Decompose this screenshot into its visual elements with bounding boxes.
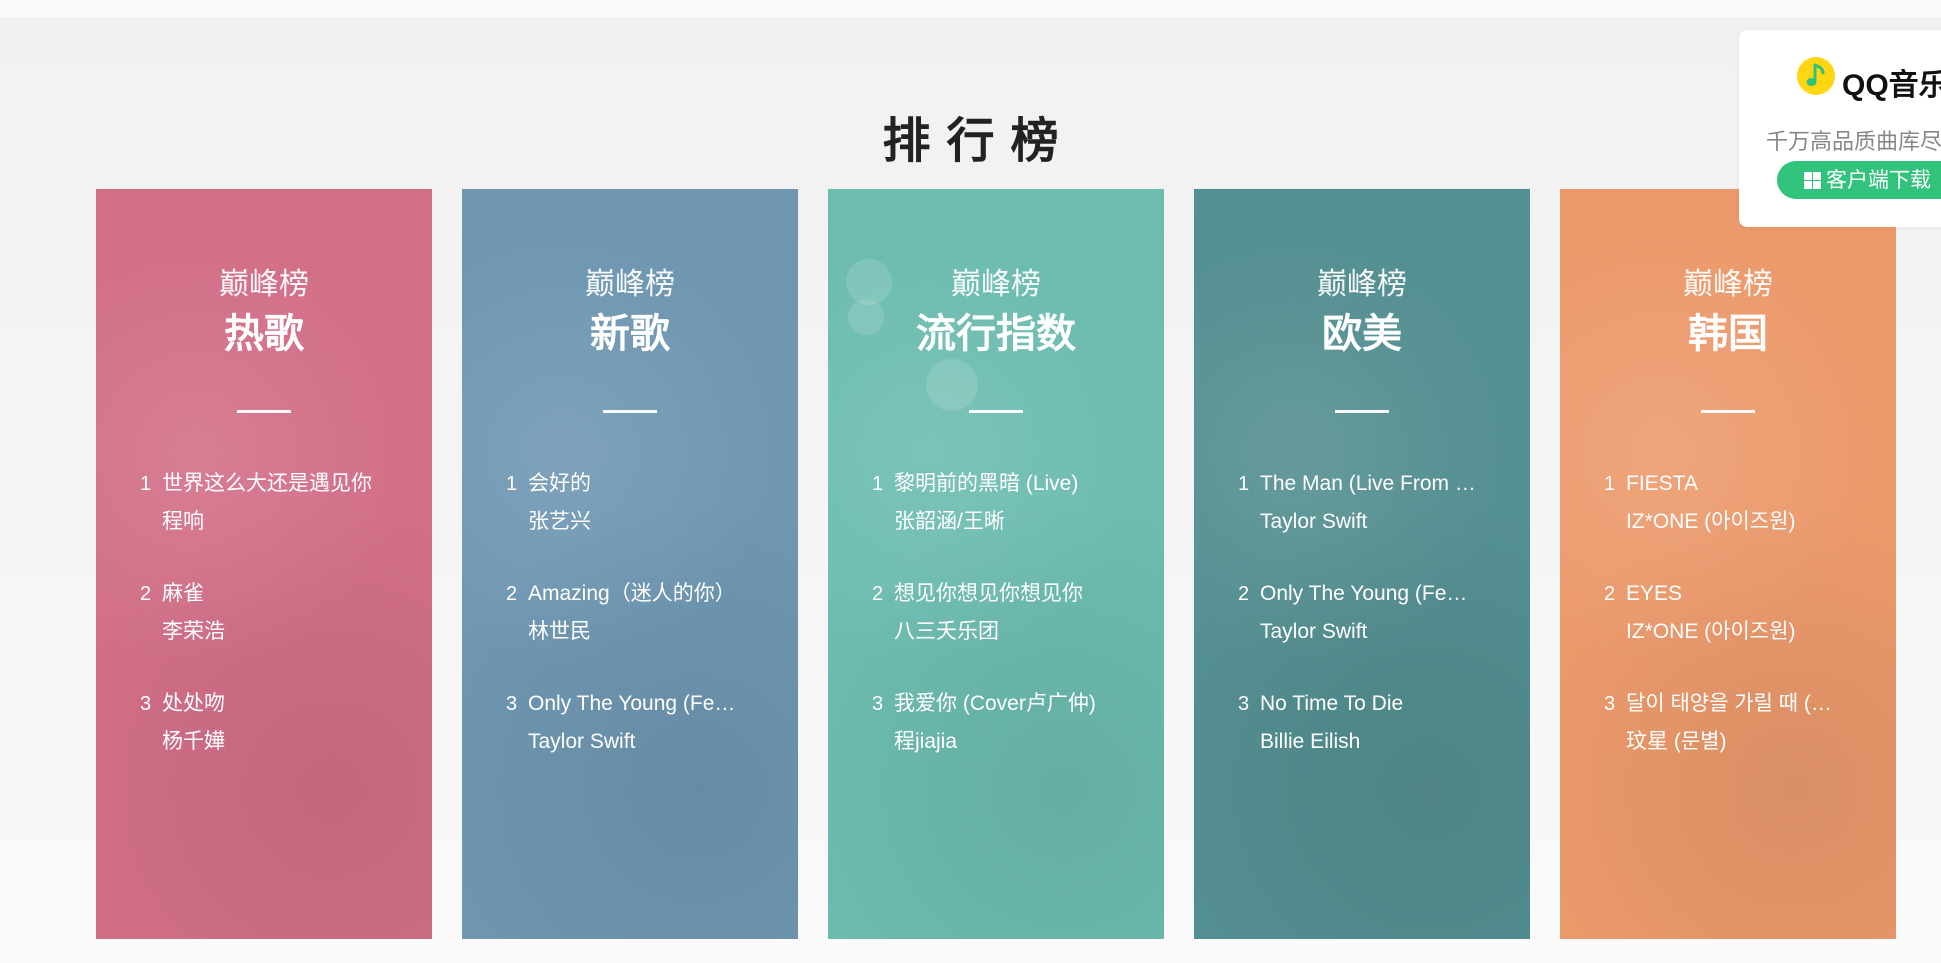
song-item: 1 黎明前的黑暗 (Live) 张韶涵/王晰 bbox=[872, 469, 1142, 579]
song-name[interactable]: Only The Young (Fe… bbox=[1260, 579, 1508, 609]
song-item: 2 Only The Young (Fe… Taylor Swift bbox=[1238, 579, 1508, 689]
song-artist[interactable]: 李荣浩 bbox=[162, 617, 410, 647]
song-rank: 3 bbox=[506, 693, 518, 715]
song-name[interactable]: The Man (Live From … bbox=[1260, 469, 1508, 499]
song-name[interactable]: 黎明前的黑暗 (Live) bbox=[894, 469, 1142, 499]
song-artist[interactable]: 张韶涵/王晰 bbox=[894, 507, 1142, 537]
song-item: 1 The Man (Live From … Taylor Swift bbox=[1238, 469, 1508, 579]
song-name[interactable]: 我爱你 (Cover卢广仲) bbox=[894, 689, 1142, 719]
card-subtitle: 巅峰榜 bbox=[951, 267, 1041, 302]
download-promo-panel: QQ音乐 千万高品质曲库尽 客户端下载 bbox=[1739, 30, 1941, 227]
song-item: 3 处处吻 杨千嬅 bbox=[140, 689, 410, 799]
song-rank: 3 bbox=[1604, 693, 1616, 715]
song-artist[interactable]: 杨千嬅 bbox=[162, 727, 410, 757]
song-artist[interactable]: 程jiajia bbox=[894, 727, 1142, 757]
song-rank: 2 bbox=[872, 583, 884, 605]
song-item: 3 我爱你 (Cover卢广仲) 程jiajia bbox=[872, 689, 1142, 799]
qq-music-logo-icon bbox=[1797, 57, 1835, 95]
song-artist[interactable]: Taylor Swift bbox=[1260, 507, 1508, 537]
song-name[interactable]: 麻雀 bbox=[162, 579, 410, 609]
page-title: 排行榜 bbox=[882, 113, 1075, 169]
card-title[interactable]: 欧美 bbox=[1194, 301, 1530, 359]
client-download-button[interactable]: 客户端下载 bbox=[1777, 161, 1941, 199]
song-artist[interactable]: 玟星 (문별) bbox=[1626, 727, 1874, 757]
download-button-label: 客户端下载 bbox=[1826, 168, 1931, 192]
card-subtitle: 巅峰榜 bbox=[1683, 267, 1773, 302]
chart-card-new[interactable]: 巅峰榜 新歌 1 会好的 张艺兴 2 Amazing（迷人的你） 林世民 3 O… bbox=[462, 189, 798, 939]
app-name: QQ音乐 bbox=[1842, 69, 1941, 102]
song-name[interactable]: 处处吻 bbox=[162, 689, 410, 719]
song-item: 2 麻雀 李荣浩 bbox=[140, 579, 410, 689]
song-name[interactable]: Only The Young (Fe… bbox=[528, 689, 776, 719]
song-name[interactable]: 달이 태양을 가릴 때 (… bbox=[1626, 689, 1874, 719]
promo-slogan: 千万高品质曲库尽 bbox=[1766, 130, 1941, 155]
song-rank: 1 bbox=[140, 473, 152, 495]
card-divider bbox=[1701, 410, 1755, 413]
card-title[interactable]: 新歌 bbox=[462, 301, 798, 359]
song-name[interactable]: No Time To Die bbox=[1260, 689, 1508, 719]
song-rank: 2 bbox=[140, 583, 152, 605]
song-item: 1 FIESTA IZ*ONE (아이즈원) bbox=[1604, 469, 1874, 579]
chart-card-western[interactable]: 巅峰榜 欧美 1 The Man (Live From … Taylor Swi… bbox=[1194, 189, 1530, 939]
song-artist[interactable]: Billie Eilish bbox=[1260, 727, 1508, 757]
windows-icon bbox=[1804, 172, 1821, 189]
song-list: 1 世界这么大还是遇见你 程响 2 麻雀 李荣浩 3 处处吻 杨千嬅 bbox=[140, 469, 410, 799]
song-artist[interactable]: 张艺兴 bbox=[528, 507, 776, 537]
top-bar bbox=[0, 0, 1941, 19]
song-rank: 2 bbox=[1238, 583, 1250, 605]
song-list: 1 FIESTA IZ*ONE (아이즈원) 2 EYES IZ*ONE (아이… bbox=[1604, 469, 1874, 799]
card-divider bbox=[1335, 410, 1389, 413]
song-item: 1 世界这么大还是遇见你 程响 bbox=[140, 469, 410, 579]
song-artist[interactable]: 程响 bbox=[162, 507, 410, 537]
song-item: 2 Amazing（迷人的你） 林世民 bbox=[506, 579, 776, 689]
song-rank: 3 bbox=[140, 693, 152, 715]
song-item: 3 No Time To Die Billie Eilish bbox=[1238, 689, 1508, 799]
chart-card-hot[interactable]: 巅峰榜 热歌 1 世界这么大还是遇见你 程响 2 麻雀 李荣浩 3 处处吻 杨千… bbox=[96, 189, 432, 939]
chart-card-pop-index[interactable]: 巅峰榜 流行指数 1 黎明前的黑暗 (Live) 张韶涵/王晰 2 想见你想见你… bbox=[828, 189, 1164, 939]
chart-card-korea[interactable]: 巅峰榜 韩国 1 FIESTA IZ*ONE (아이즈원) 2 EYES IZ*… bbox=[1560, 189, 1896, 939]
song-name[interactable]: 世界这么大还是遇见你 bbox=[162, 469, 410, 499]
song-name[interactable]: EYES bbox=[1626, 579, 1874, 609]
song-list: 1 会好的 张艺兴 2 Amazing（迷人的你） 林世民 3 Only The… bbox=[506, 469, 776, 799]
song-name[interactable]: Amazing（迷人的你） bbox=[528, 579, 776, 609]
song-rank: 1 bbox=[1604, 473, 1616, 495]
card-title[interactable]: 流行指数 bbox=[828, 301, 1164, 359]
song-rank: 1 bbox=[872, 473, 884, 495]
song-item: 2 想见你想见你想见你 八三夭乐团 bbox=[872, 579, 1142, 689]
song-rank: 1 bbox=[1238, 473, 1250, 495]
song-item: 3 Only The Young (Fe… Taylor Swift bbox=[506, 689, 776, 799]
card-subtitle: 巅峰榜 bbox=[585, 267, 675, 302]
song-rank: 1 bbox=[506, 473, 518, 495]
card-title[interactable]: 韩国 bbox=[1560, 301, 1896, 359]
bokeh-light bbox=[926, 359, 978, 411]
song-item: 3 달이 태양을 가릴 때 (… 玟星 (문별) bbox=[1604, 689, 1874, 799]
song-artist[interactable]: IZ*ONE (아이즈원) bbox=[1626, 617, 1874, 647]
card-subtitle: 巅峰榜 bbox=[219, 267, 309, 302]
card-divider bbox=[969, 410, 1023, 413]
song-artist[interactable]: 林世民 bbox=[528, 617, 776, 647]
song-rank: 3 bbox=[872, 693, 884, 715]
card-divider bbox=[603, 410, 657, 413]
card-title[interactable]: 热歌 bbox=[96, 301, 432, 359]
song-rank: 2 bbox=[506, 583, 518, 605]
card-subtitle: 巅峰榜 bbox=[1317, 267, 1407, 302]
song-name[interactable]: 想见你想见你想见你 bbox=[894, 579, 1142, 609]
song-artist[interactable]: Taylor Swift bbox=[1260, 617, 1508, 647]
song-list: 1 The Man (Live From … Taylor Swift 2 On… bbox=[1238, 469, 1508, 799]
song-item: 2 EYES IZ*ONE (아이즈원) bbox=[1604, 579, 1874, 689]
song-name[interactable]: 会好的 bbox=[528, 469, 776, 499]
song-rank: 2 bbox=[1604, 583, 1616, 605]
song-item: 1 会好的 张艺兴 bbox=[506, 469, 776, 579]
song-artist[interactable]: 八三夭乐团 bbox=[894, 617, 1142, 647]
card-divider bbox=[237, 410, 291, 413]
song-list: 1 黎明前的黑暗 (Live) 张韶涵/王晰 2 想见你想见你想见你 八三夭乐团… bbox=[872, 469, 1142, 799]
song-artist[interactable]: Taylor Swift bbox=[528, 727, 776, 757]
song-name[interactable]: FIESTA bbox=[1626, 469, 1874, 499]
song-artist[interactable]: IZ*ONE (아이즈원) bbox=[1626, 507, 1874, 537]
song-rank: 3 bbox=[1238, 693, 1250, 715]
